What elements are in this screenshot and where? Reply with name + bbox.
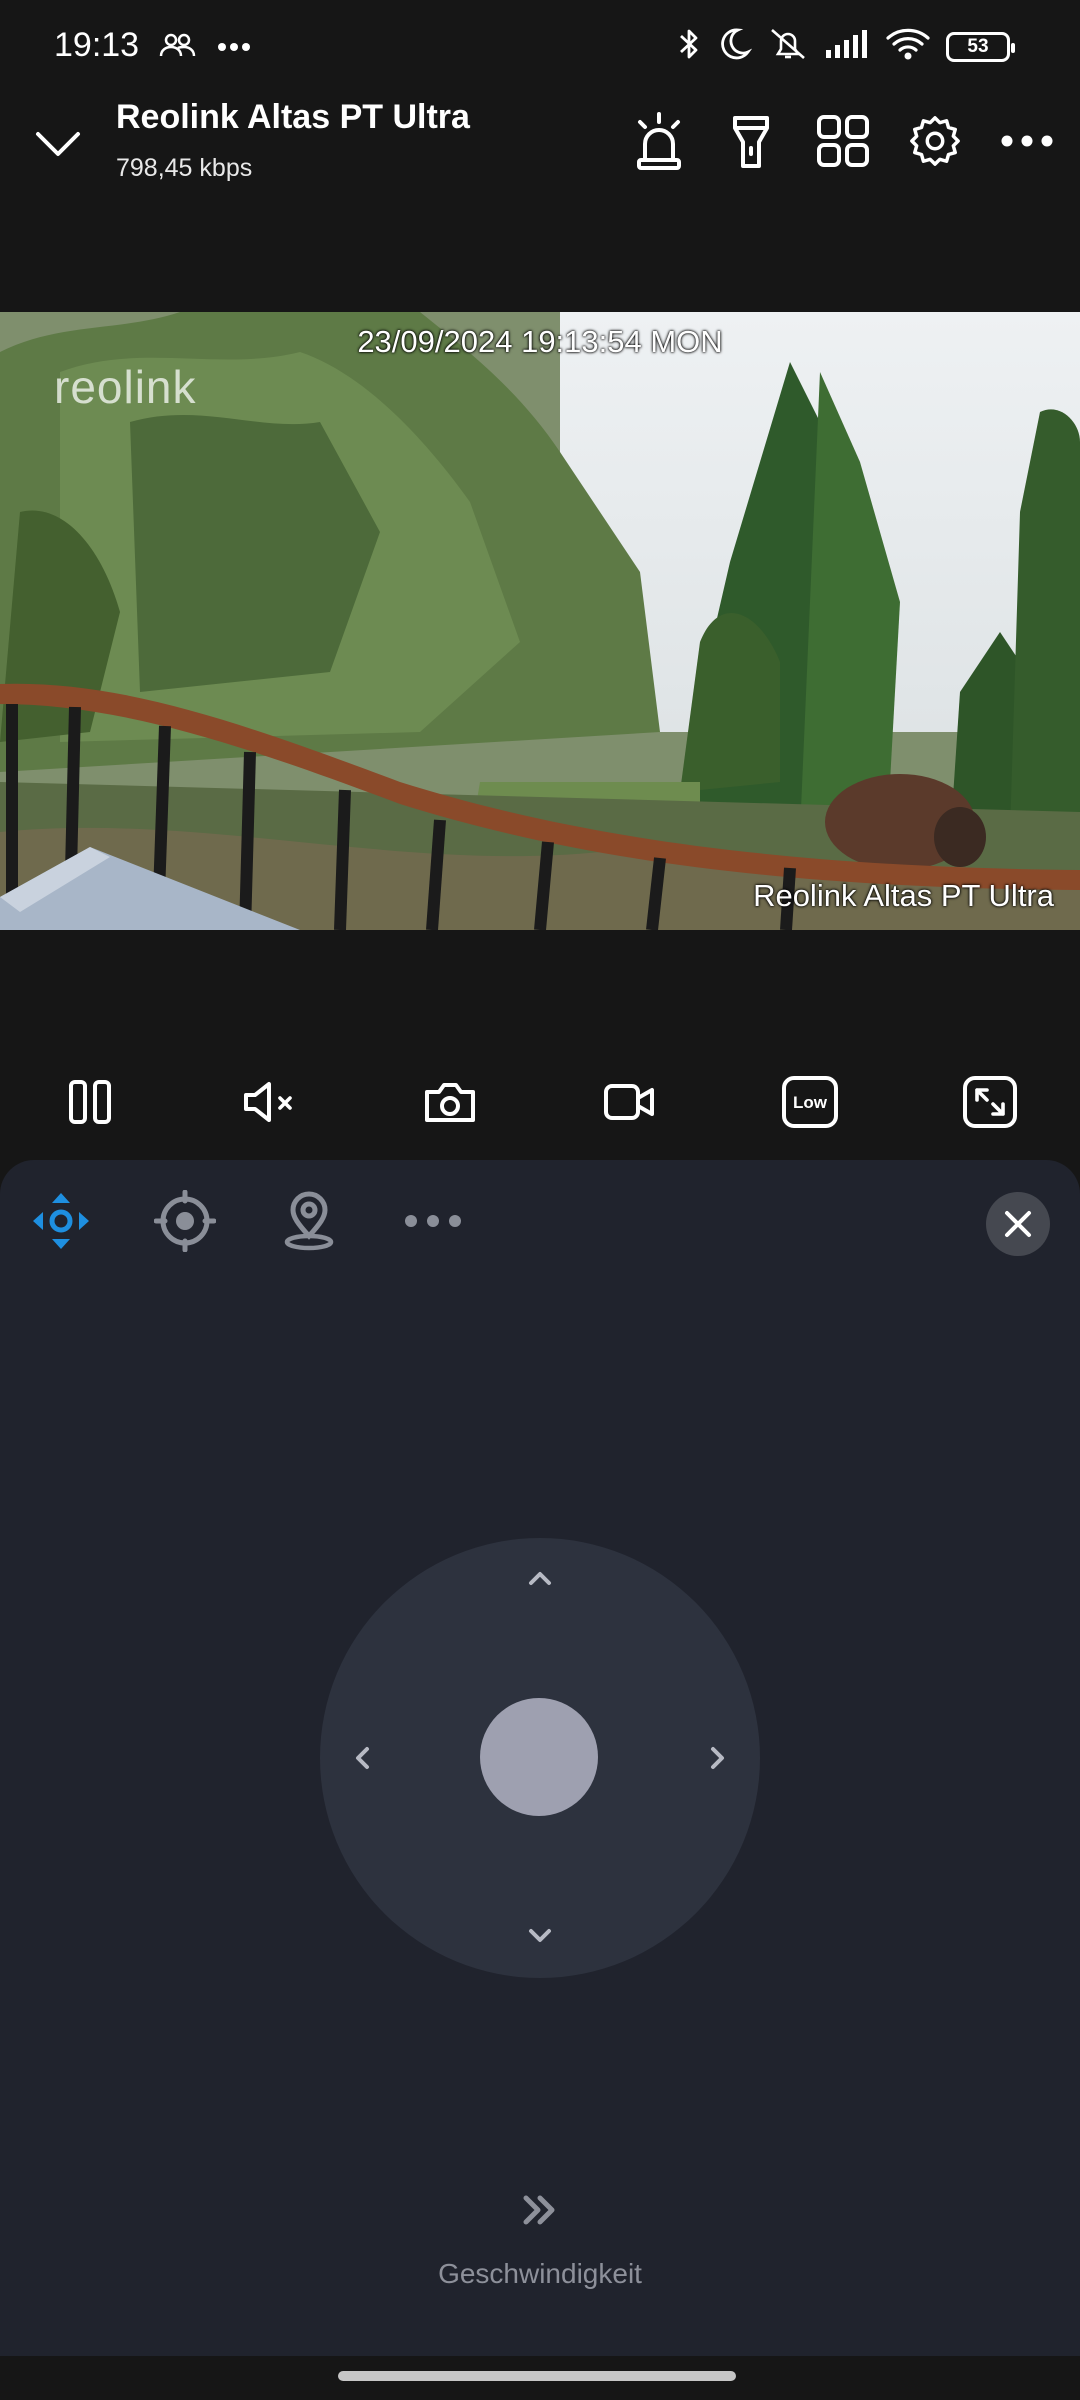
- video-record-icon: [604, 1084, 654, 1120]
- tab-ptz-direction[interactable]: [30, 1190, 92, 1252]
- spotlight-button[interactable]: [724, 110, 778, 172]
- video-timestamp: 23/09/2024 19:13:54 MON: [357, 324, 723, 359]
- move-arrows-icon: [33, 1193, 89, 1249]
- record-button[interactable]: [600, 1060, 660, 1144]
- people-icon: [158, 30, 198, 67]
- camera-header: Reolink Altas PT Ultra 798,45 kbps: [0, 96, 1080, 216]
- chevron-down-icon: [36, 132, 80, 156]
- speaker-muted-icon: [244, 1082, 292, 1122]
- snapshot-button[interactable]: [420, 1060, 480, 1144]
- gear-icon: [910, 116, 960, 166]
- tab-calibrate[interactable]: [154, 1190, 216, 1252]
- home-indicator[interactable]: [338, 2371, 736, 2381]
- settings-button[interactable]: [908, 110, 962, 172]
- quality-badge-icon: Low: [782, 1076, 838, 1128]
- more-horizontal-icon: [1001, 135, 1053, 147]
- status-bar: 19:13 53: [0, 0, 1080, 96]
- close-icon: [1005, 1211, 1031, 1237]
- bluetooth-icon: [676, 26, 702, 67]
- speed-button[interactable]: [520, 2190, 560, 2230]
- pan-up-button[interactable]: [520, 1558, 560, 1598]
- fullscreen-button[interactable]: [960, 1060, 1020, 1144]
- battery-indicator: 53: [946, 31, 1015, 62]
- chevron-down-icon: [529, 1929, 551, 1942]
- do-not-disturb-moon-icon: [718, 26, 753, 67]
- mute-button[interactable]: [240, 1060, 300, 1144]
- speed-label: Geschwindigkeit: [438, 2258, 642, 2289]
- reolink-watermark: reolink: [54, 361, 197, 413]
- chevron-right-icon: [711, 1747, 724, 1769]
- pan-left-button[interactable]: [342, 1738, 382, 1778]
- tab-presets[interactable]: [278, 1190, 340, 1252]
- pan-right-button[interactable]: [698, 1738, 738, 1778]
- expand-icon: [963, 1076, 1017, 1128]
- chevron-left-icon: [356, 1747, 369, 1769]
- grid-icon: [817, 115, 869, 167]
- camera-icon: [425, 1083, 475, 1122]
- collapse-button[interactable]: [30, 116, 86, 172]
- multi-view-button[interactable]: [816, 110, 870, 172]
- location-pin-icon: [284, 1191, 334, 1251]
- chevron-up-icon: [529, 1572, 551, 1585]
- crosshair-icon: [154, 1190, 216, 1252]
- status-time: 19:13: [54, 26, 140, 64]
- ptz-panel: Geschwindigkeit: [0, 1160, 1080, 2356]
- live-video[interactable]: 23/09/2024 19:13:54 MON reolink Reolink …: [0, 312, 1080, 930]
- video-camera-label: Reolink Altas PT Ultra: [753, 878, 1054, 913]
- close-panel-button[interactable]: [986, 1192, 1050, 1256]
- more-notifications-icon: [216, 40, 252, 58]
- ptz-joystick[interactable]: [320, 1538, 760, 1978]
- double-chevron-right-icon: [523, 2195, 555, 2225]
- tab-more[interactable]: [402, 1190, 464, 1252]
- camera-title: Reolink Altas PT Ultra: [116, 98, 470, 136]
- flashlight-icon: [733, 116, 769, 168]
- quality-label: Low: [793, 1093, 828, 1112]
- siren-button[interactable]: [632, 110, 686, 172]
- bitrate-label: 798,45 kbps: [116, 154, 253, 182]
- stream-quality-button[interactable]: Low: [780, 1060, 840, 1144]
- joystick-knob[interactable]: [480, 1698, 598, 1816]
- pause-button[interactable]: [60, 1060, 120, 1144]
- playback-controls: Low: [0, 1060, 1080, 1144]
- siren-icon: [637, 112, 681, 170]
- pan-down-button[interactable]: [520, 1916, 560, 1956]
- more-horizontal-icon: [405, 1215, 461, 1227]
- pause-icon: [69, 1080, 111, 1124]
- vibrate-off-icon: [768, 26, 808, 67]
- signal-icon: [824, 28, 870, 65]
- wifi-icon: [886, 26, 930, 67]
- more-options-button[interactable]: [1000, 110, 1054, 172]
